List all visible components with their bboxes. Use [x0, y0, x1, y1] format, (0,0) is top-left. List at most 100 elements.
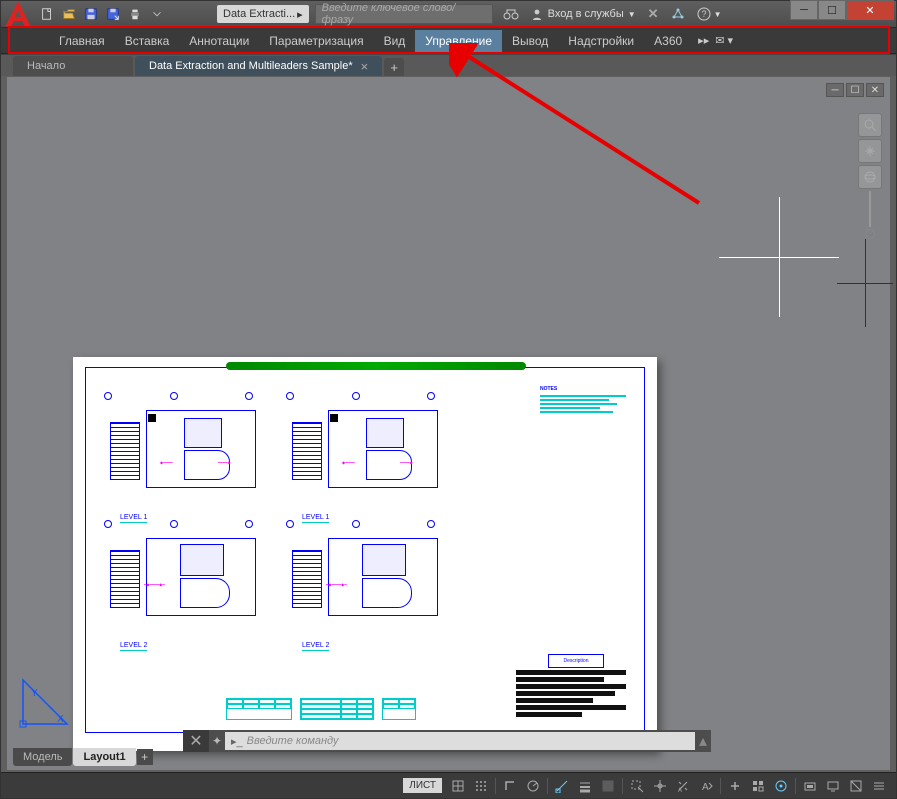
- close-button[interactable]: ✕: [846, 0, 894, 20]
- gizmo-icon[interactable]: [649, 776, 671, 796]
- schedule-tables: [226, 698, 416, 720]
- orbit-icon[interactable]: [858, 165, 882, 189]
- ribbon-tab-manage[interactable]: Управление: [415, 30, 502, 52]
- floor-label: LEVEL 1: [302, 514, 329, 523]
- workspace-icon[interactable]: [747, 776, 769, 796]
- doc-minimize-button[interactable]: ─: [826, 83, 844, 97]
- signin-label: Вход в службы: [548, 8, 624, 20]
- pan-icon[interactable]: [858, 139, 882, 163]
- navigation-bar: [856, 113, 884, 239]
- svg-text:A: A: [702, 782, 709, 793]
- command-input[interactable]: ▸_ Введите команду: [225, 732, 695, 750]
- file-tabs: Начало Data Extraction and Multileaders …: [1, 54, 896, 76]
- app-window: Data Extracti... ▸ Введите ключевое слов…: [0, 0, 897, 799]
- doc-window-controls: ─ ☐ ✕: [826, 83, 884, 97]
- grid-icon[interactable]: [447, 776, 469, 796]
- ribbon-tab-a360[interactable]: A360: [644, 30, 692, 52]
- ucs-icon: Y X: [17, 674, 73, 730]
- ribbon-tab-parametric[interactable]: Параметризация: [259, 30, 373, 52]
- signin-button[interactable]: Вход в службы ▼: [527, 6, 640, 22]
- exchange-apps-icon[interactable]: ✕: [644, 4, 663, 24]
- floor-label: LEVEL 1: [120, 514, 147, 523]
- floor-label: LEVEL 2: [120, 642, 147, 651]
- doc-close-button[interactable]: ✕: [866, 83, 884, 97]
- layout-tabs: Модель Layout1 +: [13, 746, 153, 768]
- polar-icon[interactable]: [522, 776, 544, 796]
- selection-icon[interactable]: [626, 776, 648, 796]
- layout-paper: NOTES ◆━━━━ ━━━━◆: [73, 357, 657, 751]
- file-tab-active[interactable]: Data Extraction and Multileaders Sample*…: [135, 56, 382, 76]
- zoom-extents-icon[interactable]: [858, 113, 882, 137]
- print-icon[interactable]: [125, 4, 145, 24]
- monitor-icon[interactable]: [770, 776, 792, 796]
- file-tab-label: Начало: [27, 60, 65, 72]
- app-menu-button[interactable]: [1, 1, 35, 27]
- annoadd-icon[interactable]: [724, 776, 746, 796]
- file-tab-start[interactable]: Начало: [13, 56, 133, 76]
- svg-text:Y: Y: [31, 688, 38, 699]
- layout1-tab[interactable]: Layout1: [73, 748, 135, 766]
- help-icon[interactable]: ?▼: [693, 5, 726, 23]
- ribbon-featured-icon[interactable]: ✉ ▾: [715, 34, 733, 47]
- a360-icon[interactable]: [667, 5, 689, 23]
- titlebar: Data Extracti... ▸ Введите ключевое слов…: [1, 1, 896, 27]
- doc-maximize-button[interactable]: ☐: [846, 83, 864, 97]
- dropdown-icon: ▼: [628, 10, 636, 19]
- minimize-button[interactable]: ─: [790, 0, 818, 20]
- ribbon-overflow-icon[interactable]: ▸▸: [698, 34, 709, 47]
- save-icon[interactable]: [81, 4, 101, 24]
- space-label[interactable]: ЛИСТ: [403, 778, 442, 793]
- add-layout-button[interactable]: +: [137, 749, 153, 765]
- qat-more-icon[interactable]: [147, 4, 167, 24]
- hardware-icon[interactable]: [822, 776, 844, 796]
- clean-icon[interactable]: [845, 776, 867, 796]
- document-title-text: Data Extracti...: [223, 8, 295, 20]
- drawing-area[interactable]: ─ ☐ ✕ NOTES: [7, 77, 890, 770]
- saveas-icon[interactable]: [103, 4, 123, 24]
- annovis-icon[interactable]: A: [695, 776, 717, 796]
- svg-text:?: ?: [701, 9, 706, 19]
- annoscale-icon[interactable]: A: [672, 776, 694, 796]
- binoculars-icon[interactable]: [499, 5, 523, 23]
- quick-access-toolbar: [35, 4, 167, 24]
- cmdline-history-icon[interactable]: ▴: [695, 731, 711, 751]
- svg-text:A: A: [678, 788, 682, 793]
- transparency-icon[interactable]: [597, 776, 619, 796]
- close-tab-icon[interactable]: ×: [361, 59, 369, 74]
- ribbon-tab-view[interactable]: Вид: [374, 30, 416, 52]
- isolate-icon[interactable]: [799, 776, 821, 796]
- svg-text:X: X: [57, 714, 64, 725]
- custom-icon[interactable]: [868, 776, 890, 796]
- floor-label: LEVEL 2: [302, 642, 329, 651]
- ribbon-tab-insert[interactable]: Вставка: [115, 30, 180, 52]
- new-icon[interactable]: [37, 4, 57, 24]
- ribbon-tabs: Главная Вставка Аннотации Параметризация…: [1, 27, 896, 54]
- search-input[interactable]: Введите ключевое слово/фразу: [315, 4, 493, 24]
- model-tab[interactable]: Модель: [13, 748, 72, 766]
- cmdline-options-icon[interactable]: ✦: [209, 730, 225, 752]
- window-controls: ─ ☐ ✕: [790, 0, 894, 20]
- cmdline-close-icon[interactable]: ✕: [183, 730, 209, 752]
- status-bar: ЛИСТ A A: [1, 772, 896, 798]
- navbar-separator: [869, 191, 871, 227]
- dropdown-icon: ▸: [297, 8, 303, 21]
- snap-icon[interactable]: [470, 776, 492, 796]
- osnap-icon[interactable]: [551, 776, 573, 796]
- document-title[interactable]: Data Extracti... ▸: [217, 5, 309, 23]
- lineweight-icon[interactable]: [574, 776, 596, 796]
- open-icon[interactable]: [59, 4, 79, 24]
- landscape-hedge: [226, 362, 526, 370]
- title-block: [516, 670, 626, 716]
- navbar-handle[interactable]: [865, 229, 875, 239]
- ribbon-tab-output[interactable]: Вывод: [502, 30, 558, 52]
- file-tab-label: Data Extraction and Multileaders Sample*: [149, 60, 353, 72]
- ribbon-tab-addins[interactable]: Надстройки: [558, 30, 644, 52]
- search-placeholder: Введите ключевое слово/фразу: [322, 2, 486, 26]
- ribbon-tab-annotate[interactable]: Аннотации: [179, 30, 259, 52]
- drawing-border: NOTES ◆━━━━ ━━━━◆: [85, 367, 645, 733]
- maximize-button[interactable]: ☐: [818, 0, 846, 20]
- ribbon-tab-home[interactable]: Главная: [49, 30, 115, 52]
- command-line[interactable]: ✕ ✦ ▸_ Введите команду ▴: [183, 730, 711, 752]
- new-tab-button[interactable]: +: [384, 58, 404, 76]
- ortho-icon[interactable]: [499, 776, 521, 796]
